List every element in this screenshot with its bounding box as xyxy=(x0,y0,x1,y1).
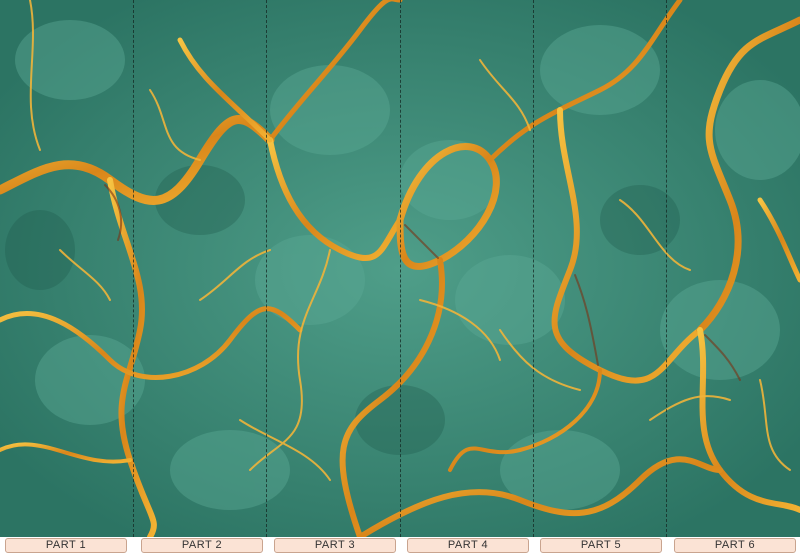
panel-label-bar: PART 1 PART 2 PART 3 PART 4 PART 5 PART … xyxy=(0,537,800,555)
panel-label-5: PART 5 xyxy=(540,538,662,553)
panel-label-4: PART 4 xyxy=(407,538,529,553)
panel-label-1: PART 1 xyxy=(5,538,127,553)
panel-label-3: PART 3 xyxy=(274,538,396,553)
panel-divider xyxy=(400,0,401,537)
panel-divider xyxy=(133,0,134,537)
panel-divider xyxy=(266,0,267,537)
panel-label-2: PART 2 xyxy=(141,538,263,553)
panel-divider xyxy=(666,0,667,537)
panel-label-6: PART 6 xyxy=(674,538,796,553)
panel-divider xyxy=(533,0,534,537)
